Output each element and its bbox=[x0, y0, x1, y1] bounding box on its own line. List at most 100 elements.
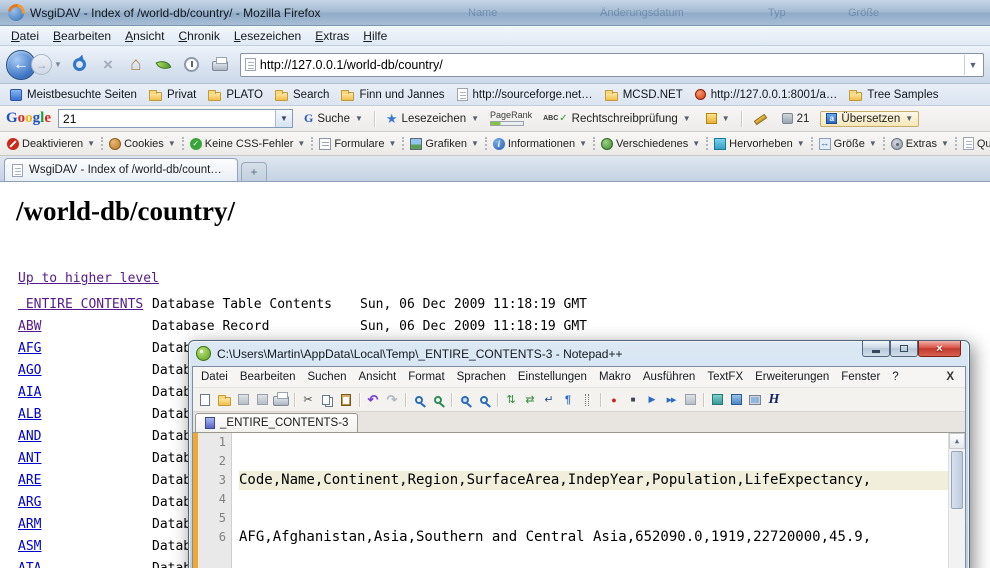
replace-button[interactable] bbox=[429, 391, 447, 408]
npp-menu-bearbeiten[interactable]: Bearbeiten bbox=[234, 369, 302, 385]
npp-menu-sprachen[interactable]: Sprachen bbox=[451, 369, 512, 385]
link-arm[interactable]: ARM bbox=[18, 517, 41, 532]
webdev-cookies[interactable]: Cookies▼ bbox=[106, 136, 179, 152]
google-search-input[interactable] bbox=[59, 110, 275, 127]
zoom-in-button[interactable] bbox=[456, 391, 474, 408]
npp-menu-makro[interactable]: Makro bbox=[593, 369, 637, 385]
stop-button[interactable]: × bbox=[96, 51, 120, 79]
url-dropdown-button[interactable]: ▼ bbox=[964, 55, 981, 75]
link-afg[interactable]: AFG bbox=[18, 341, 41, 356]
tab-wsgidav[interactable]: WsgiDAV - Index of /world-db/count… bbox=[4, 158, 238, 181]
forward-button[interactable]: → bbox=[31, 54, 52, 75]
function-list-button[interactable] bbox=[727, 391, 745, 408]
search-history-dropdown[interactable]: ▼ bbox=[275, 110, 292, 127]
link-ant[interactable]: ANT bbox=[18, 451, 41, 466]
npp-menu-datei[interactable]: Datei bbox=[195, 369, 234, 385]
webdev-miscellaneous[interactable]: Verschiedenes▼ bbox=[598, 136, 703, 152]
webdev-images[interactable]: Grafiken▼ bbox=[407, 136, 482, 152]
word-wrap-button[interactable]: ↵ bbox=[540, 391, 558, 408]
google-search-button[interactable]: GSuche▼ bbox=[300, 109, 367, 128]
autofill-button[interactable]: ▼ bbox=[702, 111, 734, 126]
bookmark-privat[interactable]: Privat bbox=[143, 87, 202, 103]
save-button[interactable] bbox=[234, 391, 252, 408]
menu-ansicht[interactable]: Ansicht bbox=[118, 27, 171, 45]
bookmark-search[interactable]: Search bbox=[269, 87, 335, 103]
npp-menu-textfx[interactable]: TextFX bbox=[701, 369, 749, 385]
open-file-button[interactable] bbox=[215, 391, 233, 408]
bookmark-finn-und-jannes[interactable]: Finn und Jannes bbox=[335, 87, 450, 103]
show-all-characters-button[interactable]: ¶ bbox=[559, 391, 577, 408]
play-macro-button[interactable]: ▶ bbox=[643, 391, 661, 408]
url-input[interactable] bbox=[256, 58, 964, 72]
code-text[interactable]: Code,Name,Continent,Region,SurfaceArea,I… bbox=[232, 433, 965, 568]
menu-datei[interactable]: Datei bbox=[4, 27, 46, 45]
sync-horizontal-button[interactable]: ⇄ bbox=[521, 391, 539, 408]
home-button[interactable]: ⌂ bbox=[124, 51, 148, 79]
npp-menu-help[interactable]: ? bbox=[886, 369, 904, 385]
editor-area[interactable]: 1 2 3 4 5 6 Code,Name,Continent,Region,S… bbox=[193, 432, 965, 568]
bookmark-plato[interactable]: PLATO bbox=[202, 87, 269, 103]
indent-guide-button[interactable] bbox=[578, 391, 596, 408]
link-alb[interactable]: ALB bbox=[18, 407, 41, 422]
sync-vertical-button[interactable]: ⇅ bbox=[502, 391, 520, 408]
google-bookmarks-button[interactable]: ★Lesezeichen▼ bbox=[382, 110, 483, 127]
history-dropdown-icon[interactable]: ▼ bbox=[54, 60, 62, 69]
save-all-button[interactable] bbox=[253, 391, 271, 408]
paste-button[interactable] bbox=[337, 391, 355, 408]
result-counter[interactable]: 21 bbox=[778, 111, 814, 127]
bookmark-mcsd[interactable]: MCSD.NET bbox=[599, 87, 689, 103]
monitor-button[interactable] bbox=[746, 391, 764, 408]
vertical-scrollbar[interactable]: ▲ bbox=[948, 433, 965, 568]
run-macro-multiple-button[interactable]: ▶▶ bbox=[662, 391, 680, 408]
npp-doc-close-button[interactable]: X bbox=[937, 371, 963, 383]
npp-menu-erweiterungen[interactable]: Erweiterungen bbox=[749, 369, 835, 385]
link-asm[interactable]: ASM bbox=[18, 539, 41, 554]
record-macro-button[interactable]: ● bbox=[605, 391, 623, 408]
translate-button[interactable]: aÜbersetzen▼ bbox=[820, 111, 919, 127]
link-ata[interactable]: ATA bbox=[18, 561, 41, 568]
npp-menu-suchen[interactable]: Suchen bbox=[301, 369, 352, 385]
menu-chronik[interactable]: Chronik bbox=[171, 27, 226, 45]
webdev-information[interactable]: iInformationen▼ bbox=[490, 136, 590, 152]
cut-button[interactable]: ✂ bbox=[299, 391, 317, 408]
scroll-up-arrow[interactable]: ▲ bbox=[949, 433, 965, 449]
scrollbar-thumb[interactable] bbox=[951, 451, 963, 509]
copy-button[interactable] bbox=[318, 391, 336, 408]
save-macro-button[interactable] bbox=[681, 391, 699, 408]
new-tab-button[interactable]: + bbox=[241, 162, 267, 181]
webdev-disable[interactable]: Deaktivieren▼ bbox=[4, 136, 98, 152]
document-tab[interactable]: _ENTIRE_CONTENTS-3 bbox=[195, 413, 358, 432]
highlighter-button[interactable] bbox=[749, 110, 771, 127]
history-clock-button[interactable] bbox=[180, 51, 204, 79]
zoom-out-button[interactable] bbox=[475, 391, 493, 408]
print-button[interactable] bbox=[272, 391, 290, 408]
link-entire-contents[interactable]: ENTIRE CONTENTS bbox=[18, 297, 143, 312]
spellcheck-button[interactable]: ABC✓Rechtschreibprüfung▼ bbox=[539, 111, 695, 127]
stop-macro-button[interactable]: ■ bbox=[624, 391, 642, 408]
minimize-button[interactable] bbox=[862, 341, 890, 357]
print-button[interactable] bbox=[208, 51, 232, 79]
link-abw[interactable]: ABW bbox=[18, 319, 41, 334]
textfx-button[interactable]: H bbox=[765, 391, 783, 408]
webdev-outline[interactable]: Hervorheben▼ bbox=[711, 136, 808, 152]
link-ago[interactable]: AGO bbox=[18, 363, 41, 378]
webdev-resize[interactable]: ↔Größe▼ bbox=[816, 136, 880, 152]
firefox-titlebar[interactable]: WsgiDAV - Index of /world-db/country/ - … bbox=[0, 0, 990, 26]
greasemonkey-button[interactable] bbox=[152, 51, 176, 79]
webdev-source[interactable]: Quelltext▼ bbox=[960, 135, 990, 152]
npp-menu-format[interactable]: Format bbox=[402, 369, 450, 385]
close-button[interactable]: × bbox=[918, 341, 961, 357]
doc-switcher-button[interactable] bbox=[708, 391, 726, 408]
npp-menu-fenster[interactable]: Fenster bbox=[835, 369, 886, 385]
webdev-forms[interactable]: Formulare▼ bbox=[316, 136, 399, 152]
npp-menu-einstellungen[interactable]: Einstellungen bbox=[512, 369, 593, 385]
menu-lesezeichen[interactable]: Lesezeichen bbox=[227, 27, 308, 45]
link-arg[interactable]: ARG bbox=[18, 495, 41, 510]
bookmark-tree-samples[interactable]: Tree Samples bbox=[843, 87, 944, 103]
webdev-css[interactable]: ✓Keine CSS-Fehler▼ bbox=[187, 136, 309, 152]
find-button[interactable] bbox=[410, 391, 428, 408]
new-file-button[interactable] bbox=[196, 391, 214, 408]
npp-menu-ansicht[interactable]: Ansicht bbox=[353, 369, 403, 385]
menu-extras[interactable]: Extras bbox=[308, 27, 356, 45]
link-aia[interactable]: AIA bbox=[18, 385, 41, 400]
